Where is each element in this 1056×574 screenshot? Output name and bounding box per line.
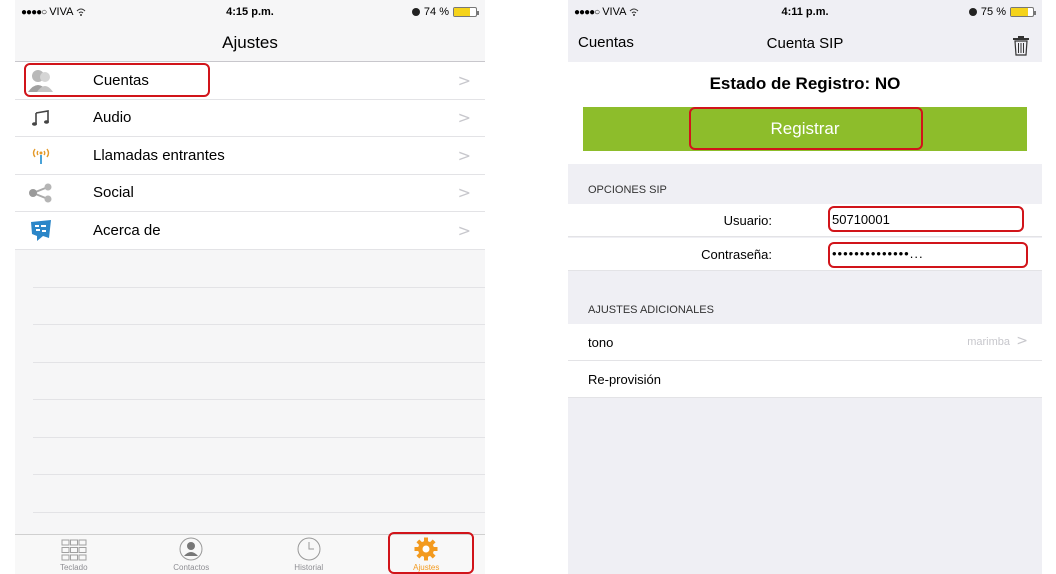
chevron-right-icon: > <box>457 145 471 165</box>
settings-item-llamadas-entrantes[interactable]: Llamadas entrantes > <box>15 137 485 175</box>
tab-contactos[interactable]: Contactos <box>133 535 251 574</box>
status-bar: ●●●●○ VIVA 4:15 p.m. 74 % <box>15 0 485 24</box>
highlight-register-button <box>689 107 923 150</box>
status-bar: ●●●●○ VIVA 4:11 p.m. 75 % <box>568 0 1042 24</box>
settings-item-social[interactable]: Social > <box>15 175 485 212</box>
settings-item-label: Social <box>93 184 134 202</box>
clock-icon <box>297 537 321 561</box>
password-label: Contraseña: <box>701 247 772 262</box>
highlight-ajustes-tab <box>388 532 474 574</box>
section-header-additional-settings: AJUSTES ADICIONALES <box>568 280 1042 324</box>
page-title: Ajustes <box>15 24 485 62</box>
battery-icon <box>1010 7 1036 17</box>
music-note-icon <box>21 103 61 133</box>
reprovision-row[interactable]: Re-provisión <box>568 361 1042 398</box>
settings-item-label: Audio <box>93 109 132 127</box>
battery-icon <box>453 7 479 17</box>
antenna-icon <box>21 140 61 170</box>
tab-label: Historial <box>294 563 324 572</box>
tab-historial[interactable]: Historial <box>250 535 368 574</box>
registration-status: Estado de Registro: NO <box>709 74 901 93</box>
chevron-right-icon: > <box>457 183 471 203</box>
user-label: Usuario: <box>723 213 772 228</box>
hablame-logo-icon <box>21 215 61 245</box>
battery-percent: 75 % <box>980 6 1006 18</box>
chevron-right-icon: > <box>457 220 471 240</box>
settings-item-label: Acerca de <box>93 221 161 239</box>
battery-percent: 74 % <box>423 6 449 18</box>
sip-account-screen: ●●●●○ VIVA 4:11 p.m. 75 % Cuentas Cuenta … <box>568 0 1042 574</box>
section-header-sip-options: OPCIONES SIP <box>568 164 1042 204</box>
settings-item-label: Llamadas entrantes <box>93 146 225 164</box>
tab-label: Teclado <box>59 563 88 572</box>
highlight-password-input <box>828 242 1028 268</box>
settings-item-acerca-de[interactable]: Acerca de > <box>15 212 485 250</box>
keypad-icon <box>61 539 87 561</box>
back-button[interactable]: Cuentas <box>578 24 634 62</box>
tab-teclado[interactable]: Teclado <box>15 535 133 574</box>
page-title: Cuenta SIP <box>766 35 844 52</box>
reprovision-label: Re-provisión <box>588 372 661 387</box>
chevron-right-icon: > <box>457 108 471 128</box>
tone-value: marimba <box>967 336 1010 348</box>
highlight-cuentas <box>24 63 210 97</box>
do-not-disturb-icon <box>968 8 977 16</box>
tone-row[interactable]: tono marimba > <box>568 324 1042 361</box>
tab-label: Contactos <box>173 563 210 572</box>
empty-list-area <box>33 250 485 550</box>
chevron-right-icon: > <box>1016 333 1028 349</box>
tone-label: tono <box>588 335 614 350</box>
settings-screen: ●●●●○ VIVA 4:15 p.m. 74 % Ajustes Cuentas… <box>15 0 485 574</box>
highlight-user-input <box>828 206 1024 232</box>
do-not-disturb-icon <box>411 8 420 16</box>
chevron-right-icon: > <box>457 70 471 90</box>
nav-bar: Cuentas Cuenta SIP <box>568 24 1042 62</box>
settings-item-audio[interactable]: Audio > <box>15 100 485 137</box>
share-icon <box>21 178 61 208</box>
contacts-icon <box>179 537 203 561</box>
